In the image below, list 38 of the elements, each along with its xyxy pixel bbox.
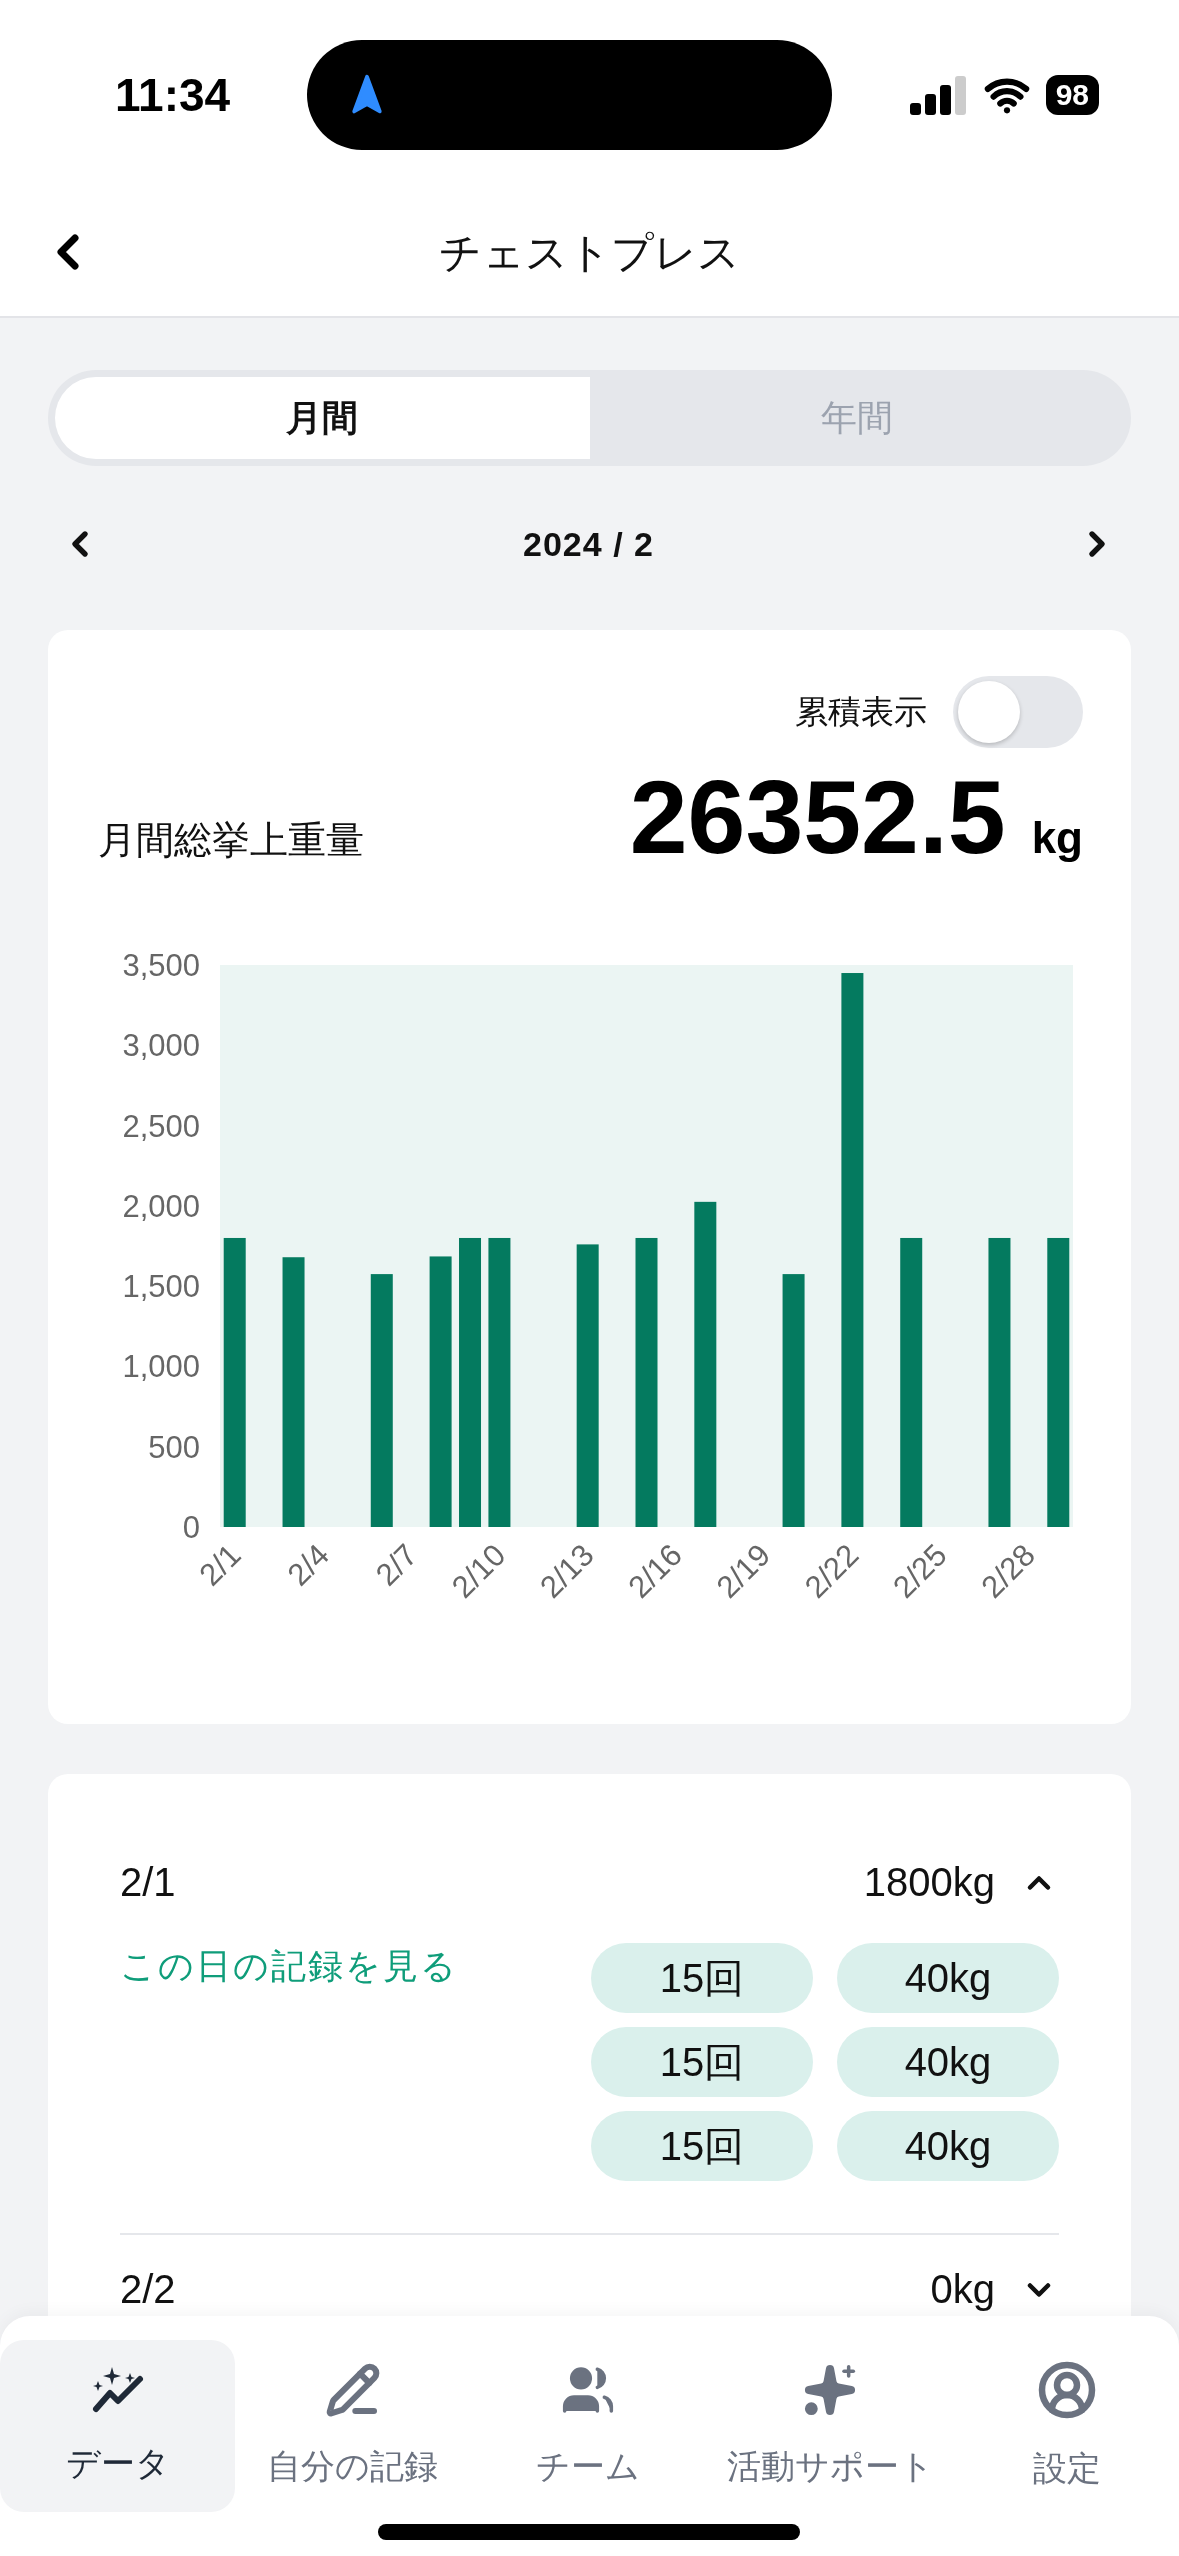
weight-chip: 40kg	[837, 2027, 1059, 2097]
period-tab[interactable]: 月間	[55, 377, 590, 459]
reps-chip: 15回	[591, 2111, 813, 2181]
tab-bar-item[interactable]: 設定	[955, 2340, 1179, 2512]
reps-chip: 15回	[591, 2027, 813, 2097]
y-axis-label: 3,000	[122, 1028, 200, 1064]
y-axis-label: 500	[148, 1429, 200, 1465]
view-day-record-link[interactable]: この日の記録を見る	[120, 1946, 458, 1985]
battery-level: 98	[1045, 75, 1099, 115]
profile-icon[interactable]	[1037, 2360, 1097, 2420]
record-date: 2/1	[120, 1860, 176, 1905]
total-label: 月間総挙上重量	[98, 818, 364, 863]
status-time: 11:34	[115, 68, 231, 122]
record-total: 0kg	[930, 2267, 995, 2312]
total-value: 26352.5	[629, 758, 1006, 877]
reps-chip: 15回	[591, 1943, 813, 2013]
pencil-icon[interactable]	[324, 2362, 381, 2418]
weight-chip: 40kg	[837, 1943, 1059, 2013]
total-unit: kg	[1031, 813, 1083, 863]
y-axis-label: 2,000	[122, 1188, 200, 1224]
month-label: 2024 / 2	[523, 524, 654, 564]
y-axis-label: 3,500	[122, 948, 200, 983]
signal-icon	[909, 75, 968, 115]
screen-title: チェストプレス	[439, 228, 740, 278]
weight-chip: 40kg	[837, 2111, 1059, 2181]
tab-bar-item[interactable]: チーム	[470, 2340, 705, 2512]
tab-bar-item[interactable]: 自分の記録	[235, 2340, 470, 2512]
tab-bar-item[interactable]: 活動サポート	[705, 2340, 955, 2512]
x-axis-label: 2/7	[368, 1537, 425, 1593]
sparkles-icon[interactable]	[802, 2362, 858, 2418]
record-date: 2/2	[120, 2267, 176, 2312]
x-axis-label: 2/4	[280, 1537, 336, 1593]
y-axis-label: 2,500	[122, 1108, 200, 1144]
toggle-label: 累積表示	[795, 691, 927, 732]
y-axis-label: 1,500	[122, 1269, 200, 1305]
y-axis-label: 1,000	[122, 1349, 200, 1385]
tab-bar-item[interactable]: データ	[0, 2340, 235, 2512]
record-total: 1800kg	[863, 1860, 995, 1905]
